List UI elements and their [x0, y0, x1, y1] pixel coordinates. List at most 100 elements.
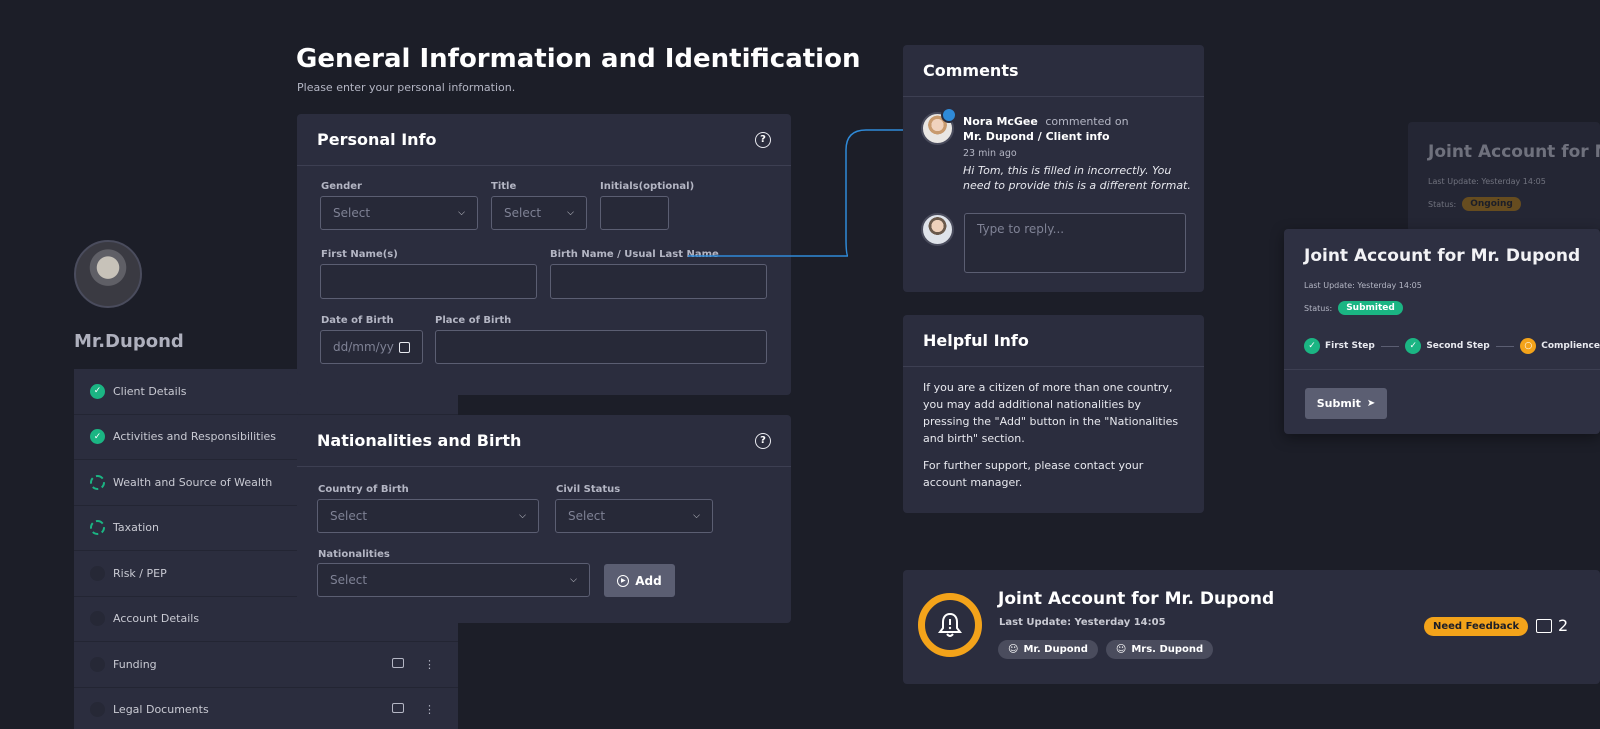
initials-input[interactable]: [600, 196, 669, 230]
step-label: Risk / PEP: [113, 566, 167, 580]
pob-label: Place of Birth: [435, 315, 512, 326]
more-vertical-icon[interactable]: ⋮: [424, 703, 435, 716]
helpful-info-text-1: If you are a citizen of more than one co…: [923, 381, 1179, 445]
joint-back-status-label: Status:: [1428, 199, 1457, 209]
comment-time: 23 min ago: [963, 148, 1017, 159]
chevron-down-icon: ⌵: [458, 208, 465, 218]
dob-input[interactable]: dd/mm/yy: [320, 330, 423, 364]
comments-title: Comments: [923, 61, 1019, 80]
help-icon[interactable]: ?: [755, 432, 771, 449]
pob-input[interactable]: [435, 330, 767, 364]
more-vertical-icon[interactable]: ⋮: [424, 658, 435, 671]
reply-placeholder: Type to reply...: [977, 222, 1065, 236]
step-label: Activities and Responsibilities: [113, 430, 277, 444]
chevron-down-icon: ⌵: [567, 208, 574, 218]
page-title: General Information and Identification: [296, 44, 861, 74]
comment-icon[interactable]: [392, 703, 404, 714]
check-icon: ✓: [90, 429, 105, 445]
bell-glyph: [938, 612, 962, 637]
comment-meta: Nora McGee commented on: [963, 114, 1193, 129]
check-icon: ✓: [90, 383, 105, 399]
stage-item: ○ Complience: [1520, 338, 1600, 354]
comment-connector-line: [688, 129, 922, 257]
user-avatar: [921, 213, 954, 246]
add-nationality-button[interactable]: ▶ Add: [604, 564, 675, 597]
stage-connector: [1495, 345, 1515, 347]
step-label: Legal Documents: [113, 703, 209, 717]
reply-textarea[interactable]: Type to reply...: [964, 213, 1186, 273]
check-icon: ✓: [1405, 338, 1422, 354]
joint-account-card-back: Joint Account for M Last Update: Yesterd…: [1408, 122, 1600, 232]
title-select[interactable]: Select ⌵: [491, 196, 587, 230]
comments-card: Comments Nora McGee commented on Mr. Dup…: [903, 45, 1204, 292]
calendar-icon[interactable]: [399, 341, 410, 353]
status-badge: Submited: [1338, 301, 1403, 315]
joint-back-update: Last Update: Yesterday 14:05: [1428, 177, 1546, 186]
pending-icon: ○: [1520, 338, 1537, 354]
add-button-label: Add: [635, 573, 662, 588]
gender-select[interactable]: Select ⌵: [320, 196, 478, 230]
nationalities-header: Nationalities and Birth ?: [297, 415, 791, 467]
stage-label: Second Step: [1426, 341, 1490, 351]
step-item[interactable]: Legal Documents ⋮: [74, 688, 458, 729]
need-feedback-badge[interactable]: Need Feedback: [1424, 617, 1529, 636]
initials-label: Initials(optional): [600, 181, 695, 192]
empty-status-icon: [90, 656, 105, 672]
empty-status-icon: [90, 611, 105, 627]
country-select[interactable]: Select ⌵: [317, 499, 539, 533]
in-progress-icon: [90, 520, 105, 536]
person-chip[interactable]: ☺ Mrs. Dupond: [1105, 640, 1214, 659]
civil-select-value: Select: [568, 509, 606, 523]
first-name-input[interactable]: [320, 264, 537, 299]
page-subtitle: Please enter your personal information.: [297, 81, 516, 94]
person-name: Mr. Dupond: [1023, 644, 1088, 655]
birth-name-input[interactable]: [550, 264, 767, 299]
nationalities-title: Nationalities and Birth: [317, 431, 522, 450]
play-circle-icon: ▶: [617, 574, 630, 587]
comment-body: Nora McGee commented on Mr. Dupond / Cli…: [963, 114, 1193, 193]
title-label: Title: [491, 181, 517, 192]
joint-back-status-row: Status: Ongoing: [1428, 197, 1521, 211]
stage-item: ✓ Second Step: [1405, 338, 1490, 354]
joint-mid-divider: [1284, 369, 1600, 370]
civil-select[interactable]: Select ⌵: [555, 499, 713, 533]
personal-info-title: Personal Info: [317, 130, 437, 149]
comment-text: Hi Tom, this is filled in incorrectly. Y…: [963, 164, 1191, 192]
progress-stages: ✓ First Step ✓ Second Step ○ Complience: [1304, 337, 1600, 355]
notify-title: Joint Account for Mr. Dupond: [998, 589, 1275, 609]
civil-label: Civil Status: [556, 484, 621, 495]
step-label: Wealth and Source of Wealth: [113, 475, 273, 489]
person-name: Mrs. Dupond: [1131, 644, 1204, 655]
stage-label: First Step: [1325, 341, 1375, 351]
step-item[interactable]: Funding ⋮: [74, 642, 458, 688]
step-label: Taxation: [113, 521, 159, 535]
person-chip[interactable]: ☺ Mr. Dupond: [998, 640, 1098, 659]
nat-select-value: Select: [330, 573, 368, 587]
helpful-info-title: Helpful Info: [923, 331, 1029, 350]
people-chips: ☺ Mr. Dupond ☺ Mrs. Dupond: [998, 640, 1214, 659]
stage-connector: [1380, 345, 1400, 347]
step-label: Client Details: [113, 384, 187, 398]
helpful-info-header: Helpful Info: [903, 315, 1204, 367]
nat-select[interactable]: Select ⌵: [317, 563, 590, 597]
submit-button-label: Submit: [1316, 397, 1361, 410]
joint-mid-status-label: Status:: [1304, 303, 1333, 313]
comment-badge-icon: [941, 107, 957, 123]
chevron-down-icon: ⌵: [570, 575, 577, 585]
comment-target[interactable]: Mr. Dupond / Client info: [963, 129, 1193, 144]
title-select-value: Select: [504, 206, 542, 220]
profile-avatar: [74, 240, 142, 308]
status-badge: Ongoing: [1462, 197, 1521, 211]
comments-header: Comments: [903, 45, 1204, 97]
joint-back-title: Joint Account for M: [1428, 142, 1600, 162]
comment-count[interactable]: 2: [1536, 616, 1568, 635]
comment-author[interactable]: Nora McGee: [963, 115, 1038, 128]
chevron-down-icon: ⌵: [693, 511, 700, 521]
step-label: Funding: [113, 657, 157, 671]
dob-input-value: dd/mm/yy: [333, 340, 394, 354]
joint-mid-title: Joint Account for Mr. Dupond: [1304, 246, 1581, 266]
submit-button[interactable]: Submit ➤: [1305, 388, 1387, 419]
nationalities-card: Nationalities and Birth ? Country of Bir…: [297, 415, 791, 623]
comment-icon[interactable]: [392, 657, 404, 668]
bell-icon: [918, 593, 982, 657]
